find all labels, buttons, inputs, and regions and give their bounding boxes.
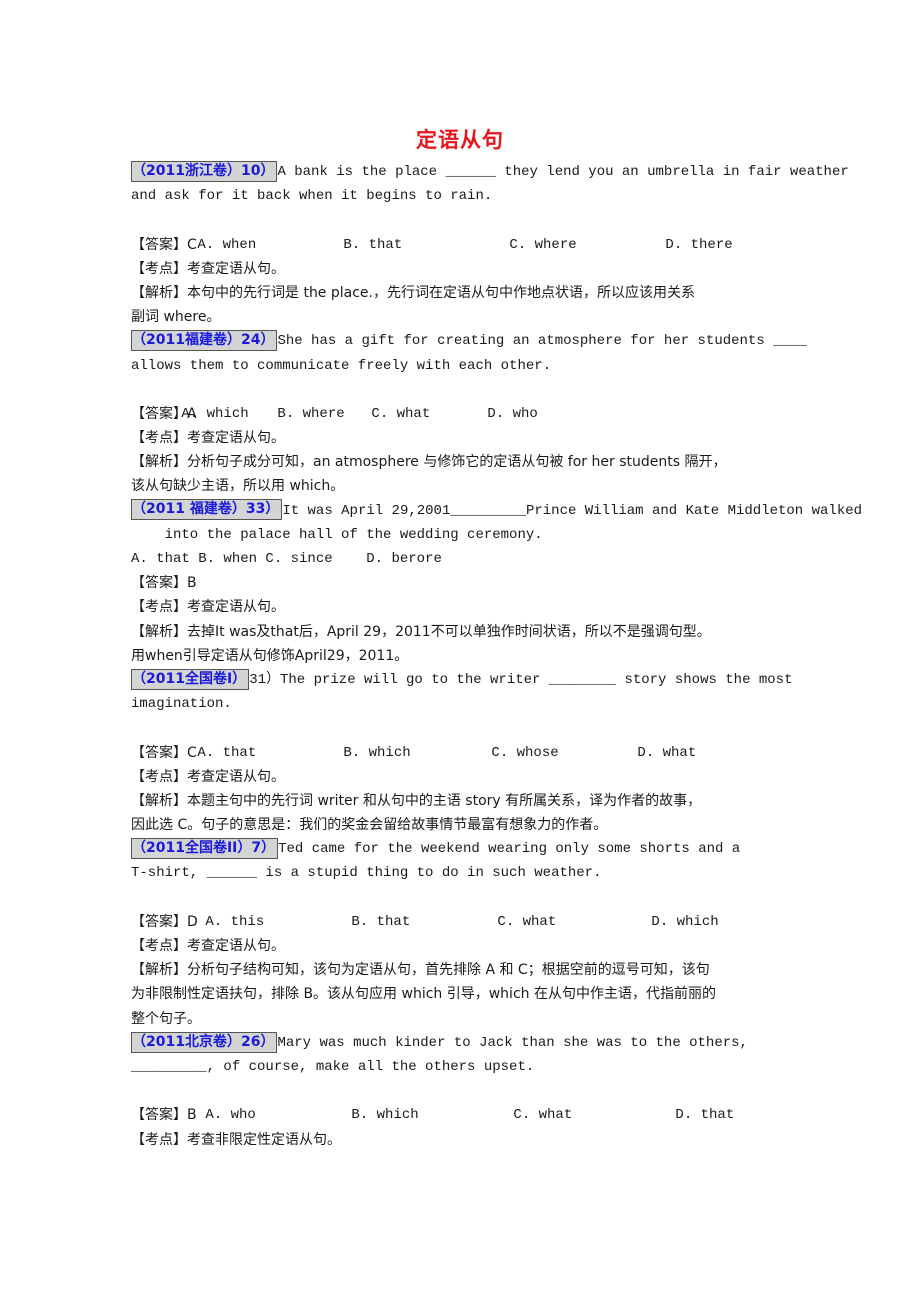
analysis-label: 【解析】 — [131, 284, 187, 301]
answer-value: D — [187, 913, 198, 930]
point-text: 考查定语从句。 — [187, 599, 285, 616]
question-source-tag: （2011福建卷）24） — [131, 330, 278, 352]
analysis-text: 该从句缺少主语，所以用 which。 — [131, 478, 345, 495]
question-stem: _________, of course, make all the other… — [131, 1058, 535, 1075]
question-source-tag: （2011全国卷I） — [131, 668, 250, 690]
question-source-tag: （2011北京卷）26） — [131, 1031, 278, 1053]
answer-label: 【答案】 — [131, 913, 187, 930]
question-source-tag: （2011 福建卷）33） — [131, 499, 283, 521]
option-c: C. what — [497, 913, 557, 930]
analysis-label: 【解析】 — [131, 454, 187, 471]
option-d: D. who — [487, 405, 538, 422]
analysis-text: 副词 where。 — [131, 309, 221, 326]
option-b: B. where — [277, 405, 345, 422]
answer-options: A. that B. when C. since D. berore — [131, 551, 442, 567]
point-label: 【考点】 — [131, 260, 187, 277]
question-stem: It was April 29,2001_________Prince Will… — [282, 502, 863, 519]
question-block: （2011北京卷）26） Mary was much kinder to Jack… — [131, 1031, 851, 1152]
point-text: 考查定语从句。 — [187, 938, 285, 954]
point-text: 考查非限定性定语从句。 — [187, 1131, 341, 1148]
answer-value: C — [187, 236, 197, 253]
answer-value: A — [187, 405, 197, 422]
option-b: B. which — [351, 1107, 419, 1124]
question-stem: imagination. — [131, 696, 232, 713]
option-b: B. that — [351, 913, 411, 930]
answer-options: A. this B. that C. what D. which — [131, 886, 851, 930]
option-d: D. there — [665, 236, 733, 253]
answer-value: B — [187, 1107, 197, 1124]
answer-label: 【答案】 — [131, 1107, 187, 1124]
option-b: B. which — [343, 744, 411, 761]
question-stem: T-shirt, ______ is a stupid thing to do … — [131, 865, 602, 882]
point-text: 考查定语从句。 — [187, 430, 285, 447]
analysis-text: 去掉It was及that后，April 29，2011不可以单独作时间状语，所… — [187, 623, 711, 640]
option-c: C. what — [513, 1107, 573, 1124]
question-block: （2011 福建卷）33） It was April 29,2001_______… — [131, 499, 862, 668]
option-d: D. that — [675, 1107, 735, 1124]
answer-options: A. which B. where C. what D. who — [131, 378, 851, 422]
option-d: D. which — [651, 913, 719, 930]
analysis-text: 本句中的先行词是 the place.，先行词在定语从句中作地点状语，所以应该用… — [187, 284, 695, 301]
point-label: 【考点】 — [131, 768, 187, 785]
answer-label: 【答案】 — [131, 575, 187, 592]
question-stem: allows them to communicate freely with e… — [131, 357, 552, 374]
answer-value: B — [187, 575, 197, 592]
point-label: 【考点】 — [131, 938, 187, 954]
analysis-text: 分析句子成分可知，an atmosphere 与修饰它的定语从句被 for he… — [187, 454, 727, 471]
analysis-text: 本题主句中的先行词 writer 和从句中的主语 story 有所属关系，译为作… — [187, 792, 702, 809]
analysis-text: 用when引导定语从句修饰April29，2011。 — [131, 647, 409, 664]
analysis-label: 【解析】 — [131, 792, 187, 809]
option-a: A. this — [205, 913, 265, 930]
analysis-label: 【解析】 — [131, 962, 187, 979]
analysis-text: 分析句子结构可知，该句为定语从句，首先排除 A 和 C；根据空前的逗号可知，该句 — [187, 962, 710, 979]
question-stem: She has a gift for creating an atmospher… — [277, 333, 807, 350]
option-c: C. where — [509, 236, 577, 253]
document-title: 定语从句 — [416, 128, 504, 152]
question-source-tag: （2011浙江卷）10） — [131, 160, 278, 182]
answer-label: 【答案】 — [131, 744, 187, 761]
question-stem: Mary was much kinder to Jack than she wa… — [277, 1034, 748, 1051]
answer-options: A. that B. which C. whose D. what — [131, 716, 851, 761]
question-number: 31） — [249, 671, 280, 688]
question-stem: into the palace hall of the wedding cere… — [131, 526, 543, 543]
answer-label: 【答案】 — [131, 405, 187, 422]
option-d: D. what — [637, 744, 697, 761]
question-source-tag: （2011全国卷II）7） — [131, 838, 279, 860]
question-block: （2011福建卷）24） She has a gift for creating … — [131, 329, 851, 498]
option-a: A. that — [197, 744, 257, 761]
option-a: A. when — [197, 236, 257, 253]
question-block: （2011全国卷II）7） Ted came for the weekend we… — [131, 837, 851, 1031]
question-block: （2011全国卷I） 31）The prize will go to the wr… — [131, 668, 851, 837]
question-stem: Ted came for the weekend wearing only so… — [278, 841, 741, 858]
point-label: 【考点】 — [131, 430, 187, 447]
point-label: 【考点】 — [131, 1131, 187, 1148]
analysis-label: 【解析】 — [131, 623, 187, 640]
option-c: C. whose — [491, 744, 559, 761]
question-block: （2011浙江卷）10） A bank is the place ______ t… — [131, 160, 851, 329]
option-a: A. who — [205, 1107, 256, 1124]
question-stem: The prize will go to the writer ________… — [280, 671, 793, 688]
question-stem: and ask for it back when it begins to ra… — [131, 188, 493, 205]
point-text: 考查定语从句。 — [187, 768, 285, 785]
option-c: C. what — [371, 405, 431, 422]
answer-value: C — [187, 744, 197, 761]
answer-label: 【答案】 — [131, 236, 187, 253]
option-b: B. that — [343, 236, 403, 253]
document-body: （2011浙江卷）10） A bank is the place ______ t… — [131, 160, 862, 1152]
answer-options: A. when B. that C. where D. there — [131, 208, 851, 253]
analysis-text: 整个句子。 — [131, 1010, 201, 1027]
answer-options: A. who B. which C. what D. that — [131, 1079, 851, 1123]
analysis-text: 因此选 C。句子的意思是：我们的奖金会留给故事情节最富有想象力的作者。 — [131, 817, 608, 834]
point-label: 【考点】 — [131, 599, 187, 616]
point-text: 考查定语从句。 — [187, 260, 285, 277]
analysis-text: 为非限制性定语扶句，排除 B。该从句应用 which 引导，which 在从句中… — [131, 986, 716, 1003]
question-stem: A bank is the place ______ they lend you… — [277, 164, 849, 180]
